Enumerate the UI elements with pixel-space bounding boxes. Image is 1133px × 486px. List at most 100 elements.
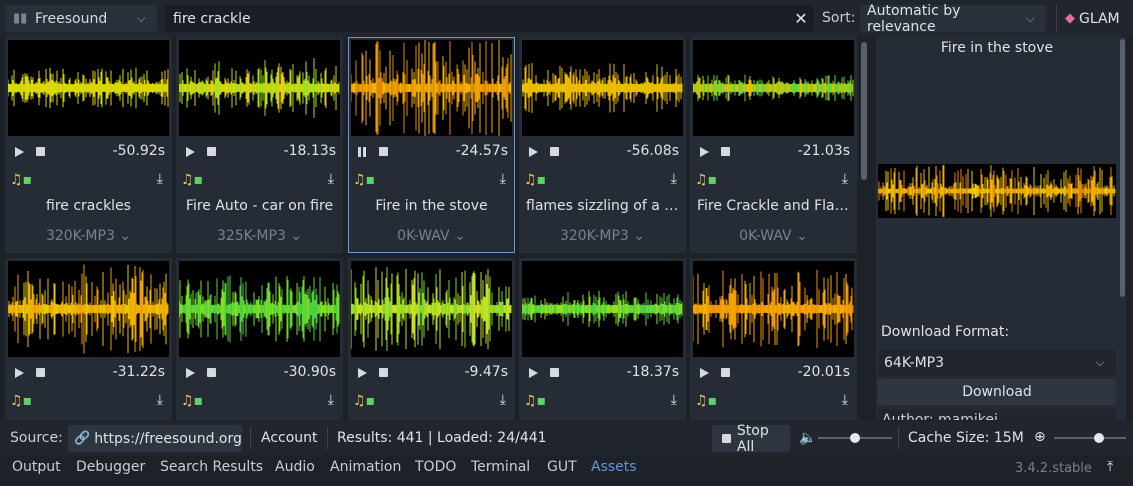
download-icon[interactable]: ⤓	[842, 171, 848, 187]
zoom-icon: ⊕	[1034, 429, 1046, 445]
card-actions: ♫▪ ⤓	[349, 392, 514, 414]
music-note-icon[interactable]: ♫▪	[10, 393, 32, 409]
playback-controls: -21.03s	[691, 142, 856, 164]
tab-terminal[interactable]: Terminal	[471, 459, 530, 475]
zoom-slider[interactable]	[1054, 433, 1126, 443]
tab-output[interactable]: Output	[12, 459, 61, 475]
sound-card[interactable]: -50.92s ♫▪ ⤓ fire crackles 320K-MP3 ⌄	[5, 37, 172, 253]
music-note-icon[interactable]: ♫▪	[524, 393, 546, 409]
sort-select-label: Automatic by relevance	[867, 2, 961, 35]
download-icon[interactable]: ⤓	[671, 171, 677, 187]
play-icon[interactable]	[186, 368, 195, 378]
sound-card[interactable]: -21.03s ♫▪ ⤓ Fire Crackle and Flam... 0K…	[690, 37, 857, 253]
format-select[interactable]: 320K-MP3 ⌄	[520, 228, 685, 244]
stop-icon[interactable]	[207, 147, 216, 156]
glam-button[interactable]: ◆ GLAM	[1056, 5, 1128, 32]
music-note-icon[interactable]: ♫▪	[10, 172, 32, 188]
tab-gut[interactable]: GUT	[547, 459, 577, 475]
music-note-icon[interactable]: ♫▪	[695, 393, 717, 409]
duration: -18.37s	[626, 364, 679, 380]
sort-select[interactable]: Automatic by relevance ⌵	[860, 2, 1046, 35]
sound-card[interactable]: -18.37s ♫▪ ⤓	[519, 258, 686, 420]
sound-card[interactable]: -31.22s ♫▪ ⤓	[5, 258, 172, 420]
waveform	[179, 261, 340, 357]
music-note-icon[interactable]: ♫▪	[181, 393, 203, 409]
sort-label: Sort:	[822, 10, 856, 26]
download-icon[interactable]: ⤓	[842, 392, 848, 408]
pin-icon[interactable]: ⤒	[1107, 459, 1113, 475]
stop-all-button[interactable]: Stop All	[712, 423, 790, 455]
play-icon[interactable]	[700, 368, 709, 378]
stop-icon[interactable]	[550, 147, 559, 156]
format-select[interactable]: 320K-MP3 ⌄	[6, 228, 171, 244]
download-format-select[interactable]: 64K-MP3 ⌵	[878, 350, 1116, 376]
tab-debugger[interactable]: Debugger	[76, 459, 145, 475]
card-actions: ♫▪ ⤓	[520, 392, 685, 414]
format-select[interactable]: 0K-WAV ⌄	[691, 228, 856, 244]
music-note-icon[interactable]: ♫▪	[353, 393, 375, 409]
play-icon[interactable]	[358, 368, 367, 378]
download-icon[interactable]: ⤓	[500, 171, 506, 187]
play-icon[interactable]	[15, 368, 24, 378]
tab-animation[interactable]: Animation	[330, 459, 401, 475]
results-scrollbar[interactable]	[861, 40, 867, 416]
search-input[interactable]: fire crackle	[165, 11, 788, 27]
download-button[interactable]: Download	[878, 379, 1116, 405]
tab-assets[interactable]: Assets	[591, 459, 637, 475]
music-note-icon[interactable]: ♫▪	[524, 172, 546, 188]
sound-card[interactable]: -30.90s ♫▪ ⤓	[176, 258, 343, 420]
sound-title: Fire Crackle and Flam...	[697, 198, 856, 214]
stop-icon[interactable]	[721, 147, 730, 156]
download-icon[interactable]: ⤓	[500, 392, 506, 408]
download-icon[interactable]: ⤓	[328, 171, 334, 187]
glam-label: GLAM	[1079, 10, 1120, 27]
format-select[interactable]: 325K-MP3 ⌄	[177, 228, 342, 244]
playback-controls: -20.01s	[691, 363, 856, 385]
volume-knob[interactable]	[850, 433, 860, 443]
music-note-icon[interactable]: ♫▪	[181, 172, 203, 188]
stop-icon[interactable]	[550, 368, 559, 377]
scrollbar-thumb[interactable]	[861, 42, 867, 180]
separator	[327, 427, 328, 449]
music-note-icon[interactable]: ♫▪	[353, 172, 375, 188]
download-icon[interactable]: ⤓	[671, 392, 677, 408]
playback-controls: -18.37s	[520, 363, 685, 385]
stop-icon[interactable]	[36, 147, 45, 156]
tab-search-results[interactable]: Search Results	[160, 459, 263, 475]
download-format-label: Download Format:	[881, 324, 1010, 340]
tab-todo[interactable]: TODO	[415, 459, 456, 475]
play-icon[interactable]	[529, 147, 538, 157]
sound-card[interactable]: -56.08s ♫▪ ⤓ flames sizzling of a b... 3…	[519, 37, 686, 253]
stop-icon[interactable]	[721, 368, 730, 377]
play-icon[interactable]	[700, 147, 709, 157]
tab-audio[interactable]: Audio	[275, 459, 315, 475]
source-select[interactable]: ▮▮ Freesound ⌵	[5, 5, 157, 32]
preview-scrollbar[interactable]	[1120, 39, 1125, 297]
pause-icon[interactable]	[358, 147, 367, 157]
sound-card[interactable]: -20.01s ♫▪ ⤓	[690, 258, 857, 420]
source-link-button[interactable]: 🔗 https://freesound.org	[68, 425, 242, 452]
play-icon[interactable]	[186, 147, 195, 157]
format-select[interactable]: 0K-WAV ⌄	[349, 228, 514, 244]
zoom-knob[interactable]	[1093, 433, 1104, 443]
account-button[interactable]: Account	[261, 430, 318, 446]
play-icon[interactable]	[15, 147, 24, 157]
stop-icon[interactable]	[207, 368, 216, 377]
gem-icon: ◆	[1065, 11, 1075, 26]
download-icon[interactable]: ⤓	[328, 392, 334, 408]
card-actions: ♫▪ ⤓	[520, 171, 685, 193]
music-note-icon[interactable]: ♫▪	[695, 172, 717, 188]
stop-icon[interactable]	[379, 368, 388, 377]
clear-icon[interactable]: ✕	[788, 9, 814, 28]
sound-card[interactable]: -9.47s ♫▪ ⤓	[348, 258, 515, 420]
card-actions: ♫▪ ⤓	[691, 392, 856, 414]
stop-icon[interactable]	[36, 368, 45, 377]
play-icon[interactable]	[529, 368, 538, 378]
sound-card[interactable]: -18.13s ♫▪ ⤓ Fire Auto - car on fire 325…	[176, 37, 343, 253]
volume-slider[interactable]	[818, 433, 892, 443]
stop-icon[interactable]	[379, 147, 388, 156]
download-icon[interactable]: ⤓	[157, 392, 163, 408]
bottom-panel-tabs: 3.4.2.stable ⤒ Output Debugger Search Resu…	[0, 455, 1133, 486]
download-icon[interactable]: ⤓	[157, 171, 163, 187]
sound-card[interactable]: -24.57s ♫▪ ⤓ Fire in the stove 0K-WAV ⌄	[348, 37, 515, 253]
